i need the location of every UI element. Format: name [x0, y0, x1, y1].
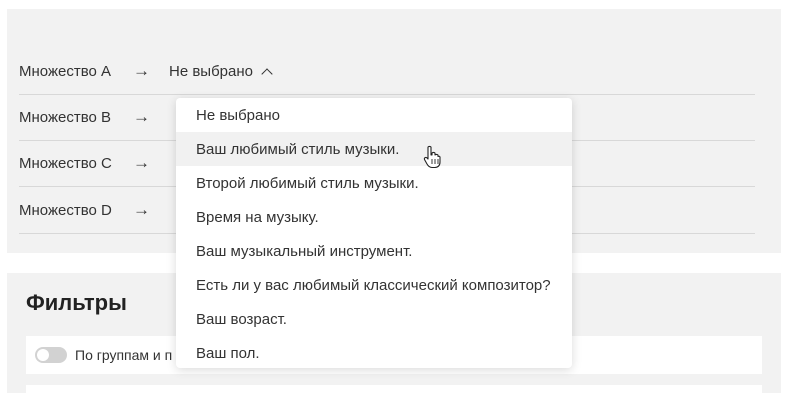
arrow-right-icon: →: [133, 200, 150, 219]
group-toggle-switch[interactable]: [35, 347, 67, 363]
dropdown-option[interactable]: Не выбрано: [176, 98, 572, 132]
set-select-a-value: Не выбрано: [169, 62, 253, 80]
set-select-a[interactable]: Не выбрано: [169, 62, 273, 80]
hand-pointer-cursor-icon: [423, 145, 441, 169]
arrow-right-icon: →: [133, 107, 150, 126]
set-label-d: Множество D: [19, 201, 112, 219]
dropdown-option[interactable]: Ваш пол.: [176, 336, 572, 370]
set-a-dropdown-menu: Не выбрано Ваш любимый стиль музыки. Вто…: [176, 98, 572, 368]
set-label-c: Множество C: [19, 154, 112, 172]
chevron-up-icon: [261, 67, 273, 80]
set-label-b: Множество B: [19, 108, 112, 126]
arrow-right-icon: →: [133, 153, 150, 172]
dropdown-option[interactable]: Второй любимый стиль музыки.: [176, 166, 572, 200]
dropdown-option[interactable]: Ваш музыкальный инструмент.: [176, 234, 572, 268]
dropdown-option[interactable]: Есть ли у вас любимый классический компо…: [176, 268, 572, 302]
set-row-a: Множество A → Не выбрано: [19, 48, 755, 95]
filter-box-next: [26, 385, 762, 393]
toggle-knob: [37, 349, 49, 361]
dropdown-option[interactable]: Время на музыку.: [176, 200, 572, 234]
dropdown-option[interactable]: Ваш возраст.: [176, 302, 572, 336]
arrow-right-icon: →: [133, 61, 150, 80]
filters-title: Фильтры: [26, 290, 127, 315]
set-label-a: Множество A: [19, 62, 112, 80]
group-toggle-label: По группам и п: [75, 347, 173, 363]
dropdown-option-hovered[interactable]: Ваш любимый стиль музыки.: [176, 132, 572, 166]
